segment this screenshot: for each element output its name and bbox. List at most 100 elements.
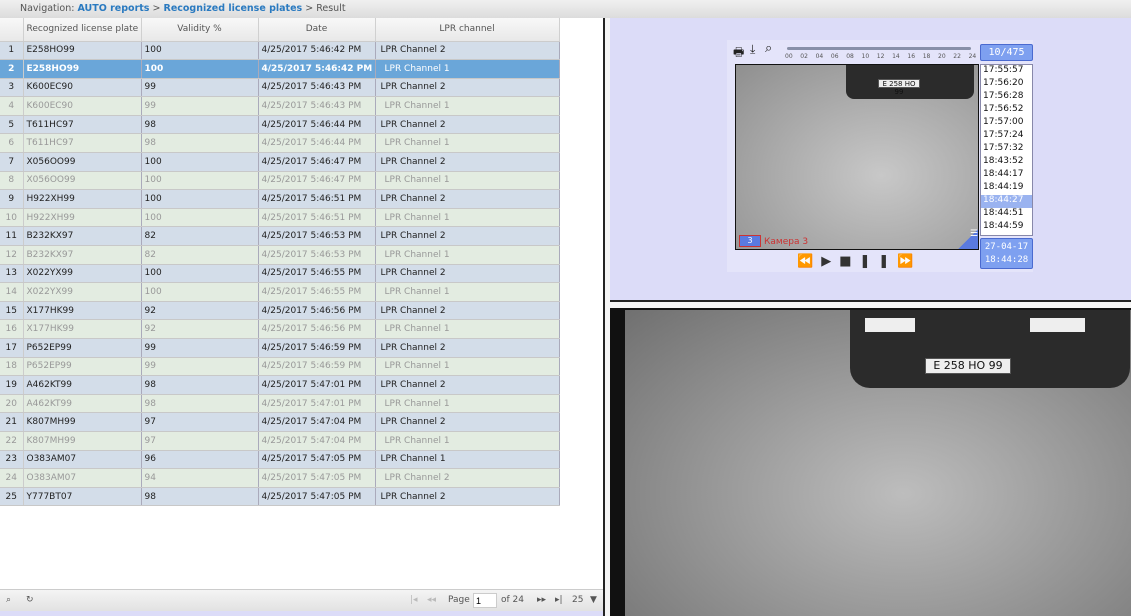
time-item[interactable]: 18:44:17 xyxy=(981,169,1032,182)
table-row[interactable]: 5 T611HC97 98 4/25/2017 5:46:44 PM LPR Chann… xyxy=(0,115,560,135)
page-label: Page xyxy=(448,595,470,605)
date-cell: 4/25/2017 5:46:42 PM xyxy=(258,59,376,79)
timeline-slider[interactable] xyxy=(787,47,971,50)
channel-cell: LPR Channel 1 xyxy=(375,450,560,470)
time-item[interactable]: 18:44:27 xyxy=(981,195,1032,208)
prev-page-icon[interactable]: ◂◂ xyxy=(427,595,436,605)
channel-cell: LPR Channel 2 xyxy=(375,115,560,135)
time-item[interactable]: 17:56:20 xyxy=(981,78,1032,91)
table-row[interactable]: 24 O383AM07 94 4/25/2017 5:47:05 PM LPR Chan… xyxy=(0,468,560,488)
sep: > xyxy=(305,3,314,14)
table-row[interactable]: 1 E258HO99 100 4/25/2017 5:46:42 PM LPR Chan… xyxy=(0,41,560,61)
crumb-recognized-plates[interactable]: Recognized license plates xyxy=(164,3,303,14)
table-row[interactable]: 23 O383AM07 96 4/25/2017 5:47:05 PM LPR Chan… xyxy=(0,450,560,470)
timeline-tick: 18 xyxy=(922,53,931,60)
page-size-select[interactable]: 25 xyxy=(572,595,583,605)
validity-cell: 82 xyxy=(141,245,259,265)
table-row[interactable]: 4 K600EC90 99 4/25/2017 5:46:43 PM LPR Chann… xyxy=(0,96,560,116)
time-item[interactable]: 17:56:28 xyxy=(981,91,1032,104)
col-channel[interactable]: LPR channel xyxy=(375,18,560,42)
forward-icon[interactable]: ⏩ xyxy=(897,254,921,269)
camera-frame[interactable]: E 258 HO 99 3 Камера 3 ☰ xyxy=(735,64,979,250)
col-validity[interactable]: Validity % xyxy=(141,18,259,42)
table-row[interactable]: 22 K807MH99 97 4/25/2017 5:47:04 PM LPR Chan… xyxy=(0,431,560,451)
download-icon[interactable]: ⤓ xyxy=(750,42,755,57)
time-item[interactable]: 17:57:00 xyxy=(981,117,1032,130)
table-row[interactable]: 8 X056OO99 100 4/25/2017 5:46:47 PM LPR Chan… xyxy=(0,171,560,191)
time-item[interactable]: 18:44:59 xyxy=(981,221,1032,234)
table-row[interactable]: 14 X022YX99 100 4/25/2017 5:46:55 PM LPR Cha… xyxy=(0,282,560,302)
page-input[interactable] xyxy=(473,593,497,608)
time-item[interactable]: 17:57:32 xyxy=(981,143,1032,156)
row-index: 21 xyxy=(0,412,24,432)
plate-cell: T611HC97 xyxy=(23,115,142,135)
table-row[interactable]: 10 H922XH99 100 4/25/2017 5:46:51 PM LPR Cha… xyxy=(0,208,560,228)
next-page-icon[interactable]: ▸▸ xyxy=(537,595,546,605)
row-index: 20 xyxy=(0,394,24,414)
plate-cell: X022YX99 xyxy=(23,282,142,302)
table-row[interactable]: 17 P652EP99 99 4/25/2017 5:46:59 PM LPR Chan… xyxy=(0,338,560,358)
vertical-splitter[interactable] xyxy=(603,18,610,616)
menu-icon[interactable]: ☰ xyxy=(958,229,978,249)
timeline-tick: 08 xyxy=(846,53,854,60)
date-cell: 4/25/2017 5:46:53 PM xyxy=(258,245,376,265)
table-row[interactable]: 12 B232KX97 82 4/25/2017 5:46:53 PM LPR Chan… xyxy=(0,245,560,265)
table-row[interactable]: 21 K807MH99 97 4/25/2017 5:47:04 PM LPR Chan… xyxy=(0,412,560,432)
time-item[interactable]: 18:43:52 xyxy=(981,156,1032,169)
print-icon[interactable]: 🖶 xyxy=(733,43,744,64)
time-list[interactable]: 17:55:57 17:56:20 17:56:28 17:56:52 17:57:00… xyxy=(980,64,1033,236)
table-row[interactable]: 25 Y777BT07 98 4/25/2017 5:47:05 PM LPR Chan… xyxy=(0,487,560,507)
table-row[interactable]: 9 H922XH99 100 4/25/2017 5:46:51 PM LPR Chan… xyxy=(0,189,560,209)
validity-cell: 98 xyxy=(141,394,259,414)
row-index: 14 xyxy=(0,282,24,302)
validity-cell: 98 xyxy=(141,115,259,135)
timeline-tick: 14 xyxy=(892,53,900,60)
first-page-icon[interactable]: |◂ xyxy=(410,595,418,605)
rewind-icon[interactable]: ⏪ xyxy=(797,254,821,269)
play-icon[interactable]: ▶ xyxy=(821,254,839,269)
table-row[interactable]: 16 X177HK99 92 4/25/2017 5:46:56 PM LPR Chan… xyxy=(0,319,560,339)
time-item[interactable]: 17:56:52 xyxy=(981,104,1032,117)
table-row[interactable]: 18 P652EP99 99 4/25/2017 5:46:59 PM LPR Chan… xyxy=(0,357,560,377)
row-index: 25 xyxy=(0,487,24,507)
search-icon[interactable]: ⌕ xyxy=(6,595,11,605)
date: 27-04-17 xyxy=(984,242,1029,252)
plate-cell: K600EC90 xyxy=(23,96,142,116)
time-item[interactable]: 17:55:57 xyxy=(981,65,1032,78)
date-cell: 4/25/2017 5:46:56 PM xyxy=(258,319,376,339)
table-row[interactable]: 15 X177HK99 92 4/25/2017 5:46:56 PM LPR Chan… xyxy=(0,301,560,321)
frame-counter: 10/475 xyxy=(980,44,1033,61)
plate-cell: X177HK99 xyxy=(23,301,142,321)
validity-cell: 92 xyxy=(141,301,259,321)
time-item[interactable]: 18:44:19 xyxy=(981,182,1032,195)
crumb-auto-reports[interactable]: AUTO reports xyxy=(77,3,149,14)
zoom-icon[interactable]: ⌕ xyxy=(765,41,772,56)
last-page-icon[interactable]: ▸| xyxy=(555,595,563,605)
plate-cell: T611HC97 xyxy=(23,133,142,154)
horizontal-splitter[interactable] xyxy=(610,300,1131,308)
stop-icon[interactable]: ■ xyxy=(839,254,859,269)
time-item[interactable]: 18:44:51 xyxy=(981,208,1032,221)
col-date[interactable]: Date xyxy=(258,18,376,42)
results-panel: Recognized license plate Validity % Date… xyxy=(0,18,603,616)
pause-icon[interactable]: ❚❚ xyxy=(859,254,897,269)
col-plate[interactable]: Recognized license plate xyxy=(23,18,142,42)
validity-cell: 98 xyxy=(141,375,259,395)
date-cell: 4/25/2017 5:46:55 PM xyxy=(258,282,376,302)
table-row[interactable]: 19 A462KT99 98 4/25/2017 5:47:01 PM LPR Chan… xyxy=(0,375,560,395)
timeline-tick: 02 xyxy=(800,53,808,60)
table-row[interactable]: 13 X022YX99 100 4/25/2017 5:46:55 PM LPR Cha… xyxy=(0,264,560,284)
time-item[interactable]: 17:57:24 xyxy=(981,130,1032,143)
validity-cell: 99 xyxy=(141,78,259,98)
refresh-icon[interactable]: ↻ xyxy=(26,595,34,605)
table-row[interactable]: 20 A462KT99 98 4/25/2017 5:47:01 PM LPR Chan… xyxy=(0,394,560,414)
table-row[interactable]: 2 E258HO99 100 4/25/2017 5:46:42 PM LPR Chan… xyxy=(0,59,560,79)
table-row[interactable]: 7 X056OO99 100 4/25/2017 5:46:47 PM LPR Chan… xyxy=(0,152,560,172)
table-row[interactable]: 6 T611HC97 98 4/25/2017 5:46:44 PM LPR Chann… xyxy=(0,133,560,154)
table-row[interactable]: 11 B232KX97 82 4/25/2017 5:46:53 PM LPR Chan… xyxy=(0,226,560,247)
plate-cell: Y777BT07 xyxy=(23,487,142,507)
table-row[interactable]: 3 K600EC90 99 4/25/2017 5:46:43 PM LPR Chann… xyxy=(0,78,560,98)
player-toolbar: 🖶 ⤓ ⌕ 00 02 04 06 08 10 12 14 16 18 20 22 24 xyxy=(727,40,979,62)
chevron-down-icon[interactable]: ▼ xyxy=(590,595,597,605)
col-index xyxy=(0,18,24,42)
